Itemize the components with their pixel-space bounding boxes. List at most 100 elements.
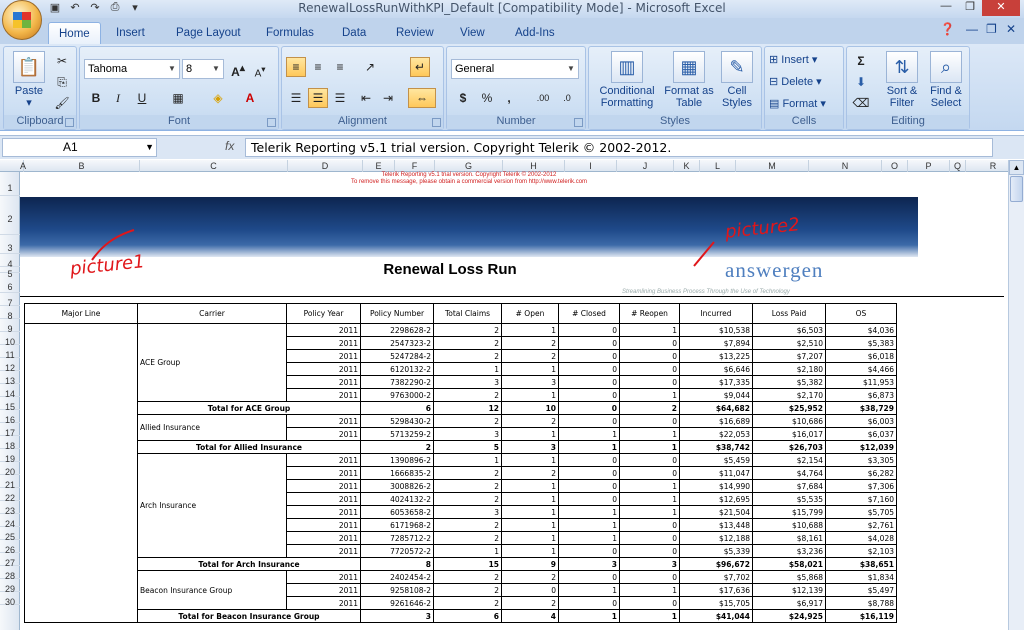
currency-button[interactable]: $ xyxy=(453,88,473,108)
ribbon-minimize-icon[interactable]: — xyxy=(966,22,978,36)
help-icon[interactable]: ❓ xyxy=(940,22,955,36)
column-header[interactable]: E xyxy=(363,160,395,172)
italic-button[interactable]: I xyxy=(108,88,128,108)
sort-filter-button[interactable]: ⇅ Sort & Filter xyxy=(881,51,923,109)
office-button[interactable] xyxy=(2,0,42,40)
name-box[interactable]: A1 ▼ xyxy=(2,138,157,157)
column-header[interactable]: O xyxy=(882,160,908,172)
increase-indent-icon[interactable]: ⇥ xyxy=(378,88,398,108)
grow-font-icon[interactable]: A▴ xyxy=(228,59,248,79)
maximize-button[interactable]: ❐ xyxy=(958,0,982,16)
column-header[interactable]: I xyxy=(565,160,617,172)
row-header[interactable]: 25 xyxy=(0,527,20,542)
column-header[interactable]: K xyxy=(674,160,700,172)
align-top-icon[interactable]: ≡ xyxy=(286,57,306,77)
alignment-launcher-icon[interactable] xyxy=(432,118,441,127)
column-header[interactable]: D xyxy=(288,160,363,172)
row-header[interactable]: 15 xyxy=(0,397,20,412)
row-header[interactable]: 20 xyxy=(0,462,20,477)
row-header[interactable]: 12 xyxy=(0,358,20,373)
align-middle-icon[interactable]: ≡ xyxy=(308,57,328,77)
orientation-icon[interactable]: ↗ xyxy=(360,57,380,77)
clear-icon[interactable]: ⌫ xyxy=(851,93,871,113)
format-as-table-button[interactable]: ▦ Format as Table xyxy=(663,51,715,109)
column-header[interactable]: L xyxy=(700,160,736,172)
cut-icon[interactable]: ✂ xyxy=(52,51,72,71)
vertical-scrollbar[interactable]: ▲ xyxy=(1008,160,1024,630)
merge-center-icon[interactable]: ⇔ xyxy=(408,88,436,108)
row-header[interactable]: 23 xyxy=(0,501,20,516)
row-header[interactable]: 27 xyxy=(0,553,20,568)
row-header[interactable]: 17 xyxy=(0,423,20,438)
tab-data[interactable]: Data xyxy=(332,22,376,44)
customize-qat-icon[interactable]: ▾ xyxy=(128,1,142,15)
autosum-icon[interactable]: Σ xyxy=(851,51,871,71)
row-header[interactable]: 1 xyxy=(0,172,20,196)
shrink-font-icon[interactable]: A▾ xyxy=(250,59,270,79)
workbook-close-icon[interactable]: ✕ xyxy=(1006,22,1016,36)
align-left-icon[interactable]: ☰ xyxy=(286,88,306,108)
column-header[interactable]: M xyxy=(736,160,809,172)
fill-icon[interactable]: ⬇ xyxy=(851,72,871,92)
row-header[interactable]: 9 xyxy=(0,319,20,334)
row-header[interactable]: 2 xyxy=(0,196,20,235)
redo-icon[interactable]: ↷ xyxy=(88,1,102,15)
minimize-button[interactable]: — xyxy=(934,0,958,16)
row-header[interactable]: 24 xyxy=(0,514,20,529)
row-header[interactable]: 21 xyxy=(0,475,20,490)
close-button[interactable]: ✕ xyxy=(982,0,1020,16)
fill-color-icon[interactable]: ◈ xyxy=(208,88,228,108)
font-color-icon[interactable]: A xyxy=(240,88,260,108)
decrease-indent-icon[interactable]: ⇤ xyxy=(356,88,376,108)
row-header[interactable]: 30 xyxy=(0,592,20,607)
row-header[interactable]: 7 xyxy=(0,293,20,308)
column-header[interactable]: H xyxy=(503,160,565,172)
row-header[interactable]: 28 xyxy=(0,566,20,581)
formula-input[interactable]: Telerik Reporting v5.1 trial version. Co… xyxy=(245,138,993,157)
row-header[interactable]: 3 xyxy=(0,235,20,254)
column-header[interactable]: Q xyxy=(950,160,966,172)
row-header[interactable]: 18 xyxy=(0,436,20,451)
align-bottom-icon[interactable]: ≡ xyxy=(330,57,350,77)
tab-insert[interactable]: Insert xyxy=(106,22,155,44)
conditional-formatting-button[interactable]: ▥ Conditional Formatting xyxy=(591,51,663,109)
tab-home[interactable]: Home xyxy=(48,22,101,44)
column-header[interactable]: N xyxy=(809,160,882,172)
bold-button[interactable]: B xyxy=(86,88,106,108)
font-size-select[interactable]: 8 ▼ xyxy=(182,59,224,79)
save-icon[interactable]: ▣ xyxy=(48,1,62,15)
row-header[interactable]: 22 xyxy=(0,488,20,503)
row-header[interactable]: 29 xyxy=(0,579,20,594)
row-header[interactable]: 4 xyxy=(0,254,20,269)
row-header[interactable]: 11 xyxy=(0,345,20,360)
comma-button[interactable]: , xyxy=(499,88,519,108)
copy-icon[interactable]: ⎘ xyxy=(52,72,72,92)
borders-icon[interactable]: ▦ xyxy=(168,88,188,108)
row-header[interactable]: 6 xyxy=(0,273,20,293)
scroll-thumb[interactable] xyxy=(1010,176,1023,202)
clipboard-launcher-icon[interactable] xyxy=(65,118,74,127)
print-preview-icon[interactable]: ⎙ xyxy=(108,1,122,15)
workbook-restore-icon[interactable]: ❐ xyxy=(986,22,997,36)
column-header[interactable]: G xyxy=(435,160,503,172)
underline-button[interactable]: U xyxy=(132,88,152,108)
row-header[interactable]: 26 xyxy=(0,540,20,555)
row-header[interactable]: 13 xyxy=(0,371,20,386)
column-header[interactable]: R xyxy=(966,160,1008,172)
tab-page-layout[interactable]: Page Layout xyxy=(166,22,251,44)
paste-button[interactable]: 📋 Paste ▾ xyxy=(8,51,50,109)
column-header[interactable]: J xyxy=(617,160,674,172)
cell-styles-button[interactable]: ✎ Cell Styles xyxy=(715,51,759,109)
column-header[interactable]: C xyxy=(140,160,288,172)
column-header[interactable]: F xyxy=(395,160,435,172)
decrease-decimal-icon[interactable]: .0 xyxy=(557,88,577,108)
column-header[interactable]: B xyxy=(24,160,140,172)
row-header[interactable]: 16 xyxy=(0,410,20,425)
tab-view[interactable]: View xyxy=(450,22,495,44)
worksheet[interactable]: ABCDEFGHIJKLMNOPQRS 12345678910111213141… xyxy=(0,160,1008,630)
scroll-up-icon[interactable]: ▲ xyxy=(1009,160,1024,175)
delete-cells-button[interactable]: ⊟ Delete ▾ xyxy=(769,73,822,91)
row-header[interactable]: 14 xyxy=(0,384,20,399)
tab-review[interactable]: Review xyxy=(386,22,444,44)
column-header[interactable]: P xyxy=(908,160,950,172)
